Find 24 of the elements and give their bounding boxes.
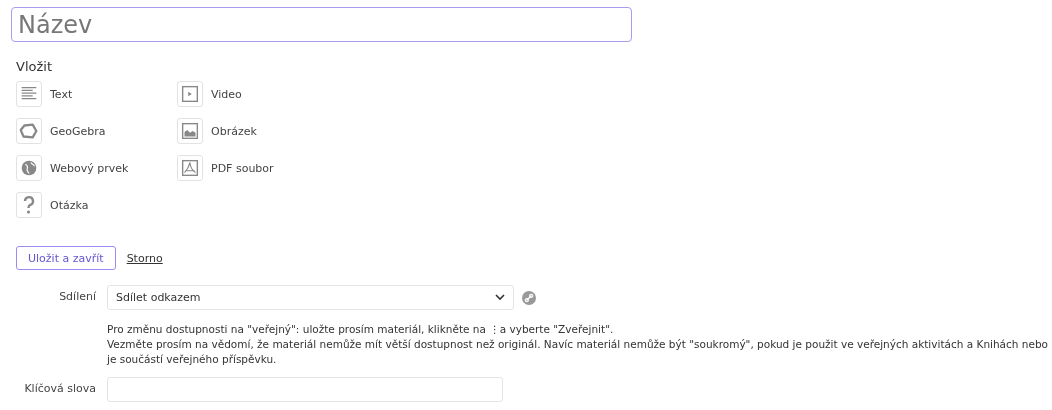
polygon-icon [18, 120, 40, 142]
play-icon [179, 83, 201, 105]
insert-item[interactable]: Text [16, 81, 177, 107]
pdf-icon [179, 157, 201, 179]
keywords-field[interactable] [107, 377, 503, 402]
cancel-link[interactable]: Storno [126, 251, 163, 265]
section-heading: Vložit [16, 59, 53, 74]
field-label: Klíčová slova [23, 381, 96, 397]
insert-item[interactable]: Webový prvek [16, 155, 177, 181]
link-icon [522, 290, 536, 305]
info-text: Pro změnu dostupnosti na "veřejný": uložte prosím materiál, klikněte na ⋮a vyberte "Zveřejnit". [107, 322, 615, 337]
field-label: Sdílení [58, 289, 96, 305]
insert-item[interactable]: Otázka [16, 192, 177, 218]
question-mark-icon [22, 195, 36, 215]
title-field[interactable]: Název [11, 7, 632, 42]
info-text: Vezměte prosím na vědomí, že materiál nemůže mít větší dostupnost než originál. Navíc materiál nemůže být "soukromý", pokud je použit ve veřejných aktivitách a Knihách nebo je součástí veřejného příspěvku. [107, 337, 1050, 367]
image-icon [179, 120, 201, 142]
insert-item[interactable]: Obrázek [177, 118, 337, 144]
chevron-icon [495, 294, 505, 301]
insert-item[interactable]: PDF soubor [177, 155, 337, 181]
insert-item[interactable]: Video [177, 81, 337, 107]
save-button[interactable]: Uložit a zavřít [16, 246, 116, 270]
select-field[interactable]: Sdílet odkazem [107, 285, 514, 310]
insert-item[interactable]: GeoGebra [16, 118, 177, 144]
